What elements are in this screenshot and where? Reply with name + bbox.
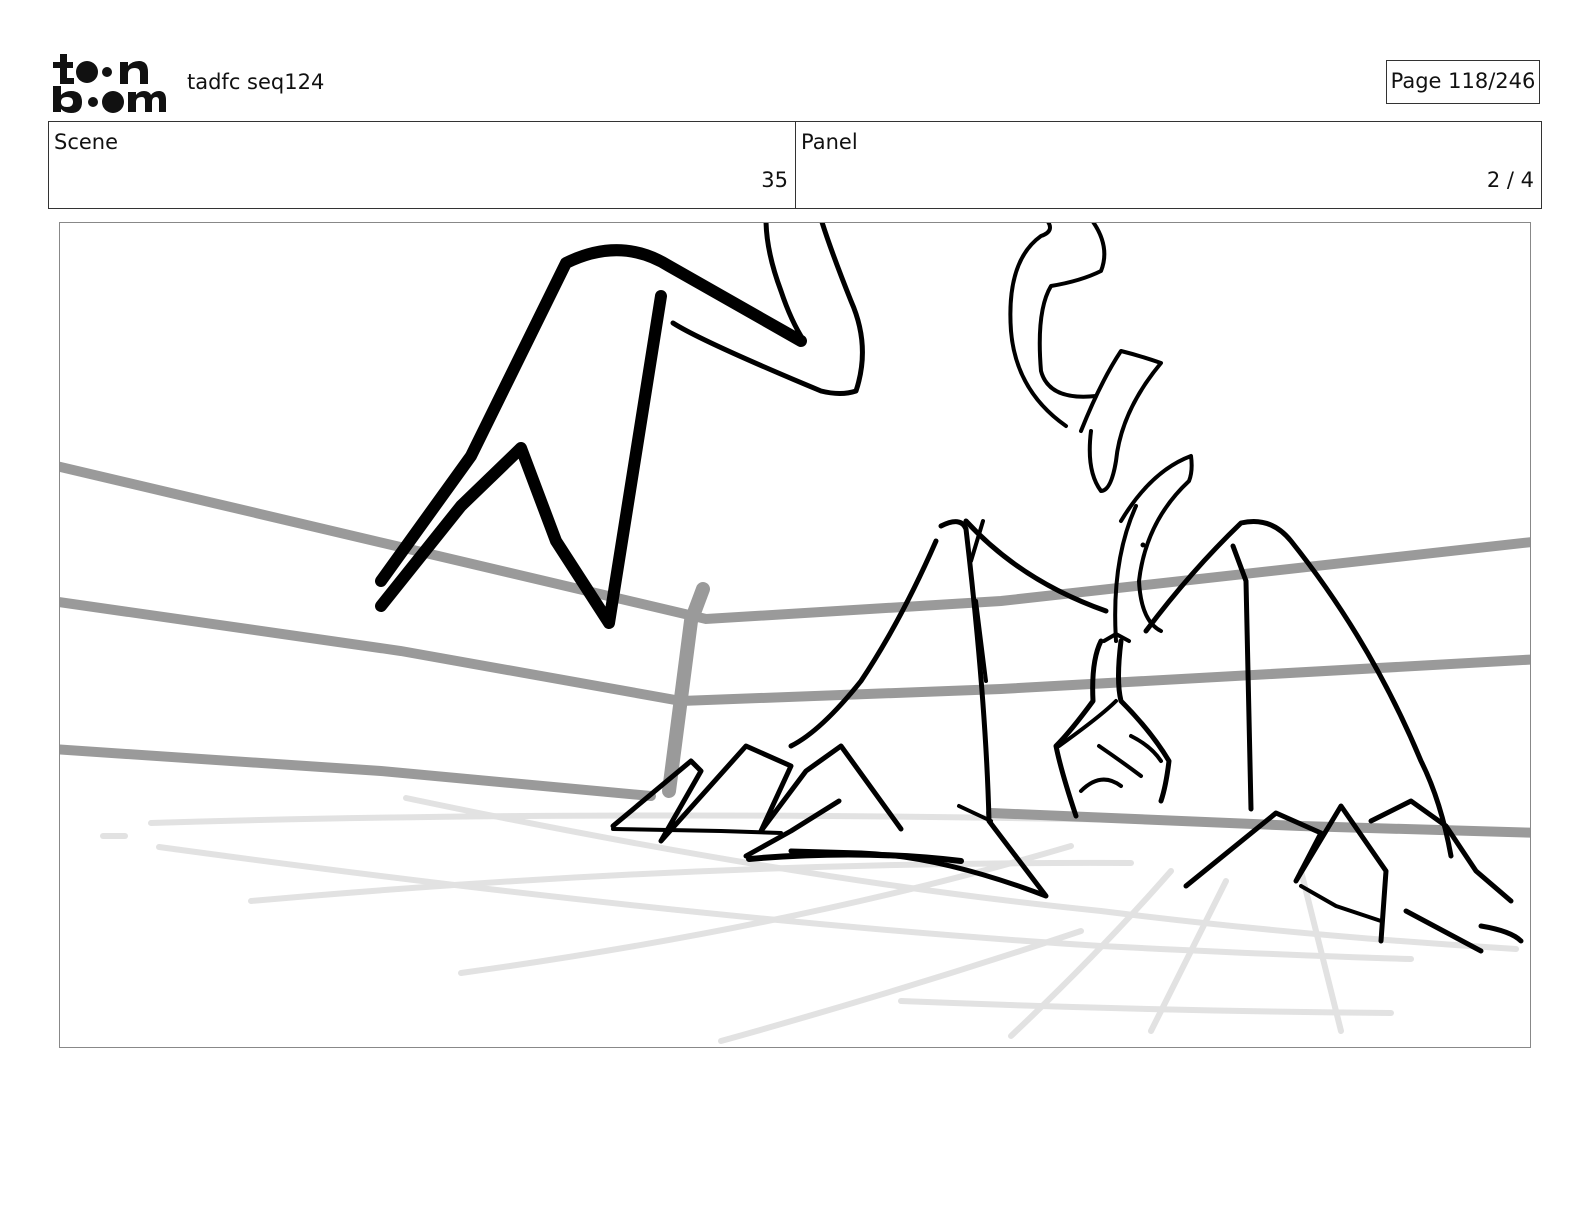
page-indicator: Page 118/246	[1386, 60, 1540, 104]
panel-cell: Panel 2 / 4	[796, 122, 1541, 208]
scene-number: 35	[761, 168, 788, 192]
scene-label: Scene	[54, 130, 119, 154]
scene-panel-table: Scene 35 Panel 2 / 4	[48, 121, 1542, 209]
toon-boom-logo	[50, 50, 166, 114]
project-title: tadfc seq124	[187, 70, 325, 94]
storyboard-sketch	[60, 223, 1530, 1044]
storyboard-panel	[59, 222, 1531, 1048]
scene-cell: Scene 35	[49, 122, 796, 208]
panel-label: Panel	[801, 130, 858, 154]
toon-boom-logo-icon	[53, 54, 166, 113]
ring-floor-grid	[100, 795, 1519, 1044]
ring-ropes	[60, 461, 1530, 838]
panel-number: 2 / 4	[1486, 168, 1534, 192]
